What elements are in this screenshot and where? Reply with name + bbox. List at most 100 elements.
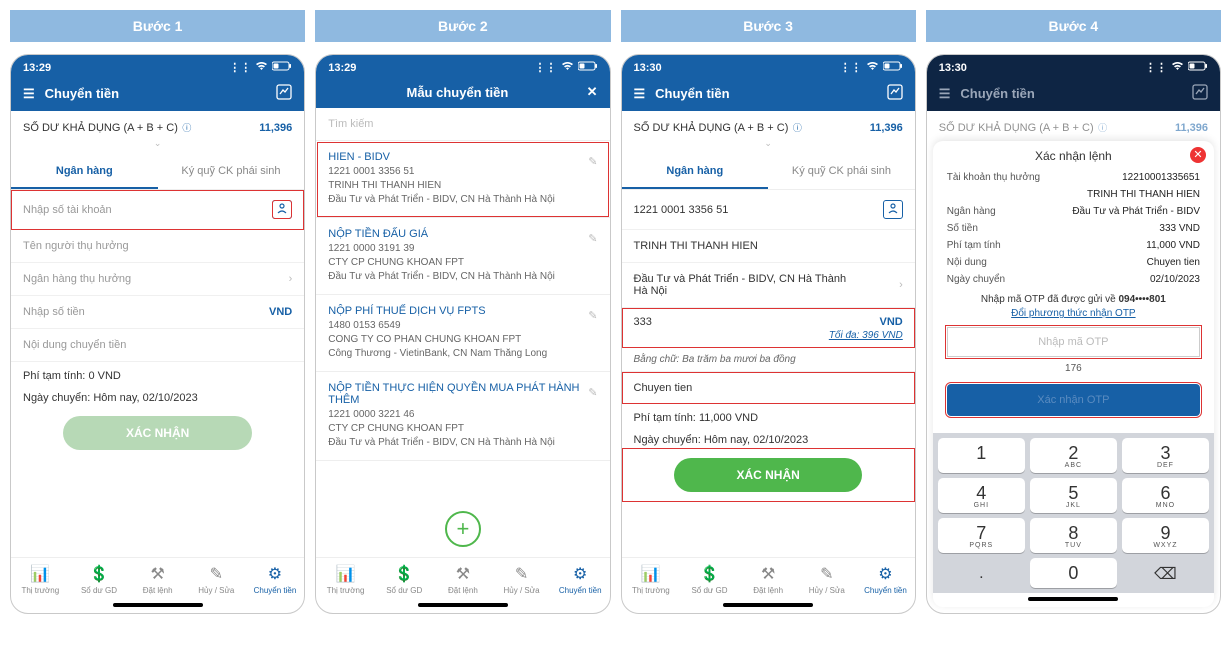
nav-market[interactable]: 📊Thị trường bbox=[11, 564, 70, 595]
otp-message: Nhập mã OTP đã được gửi về 094••••801 bbox=[933, 294, 1214, 305]
nav-balance[interactable]: 💲Sổ dư GD bbox=[70, 564, 129, 595]
amount-row[interactable]: 333 VND bbox=[622, 308, 915, 330]
beneficiary-name-row[interactable]: Tên người thụ hưởng bbox=[11, 230, 304, 263]
key-3[interactable]: 3DEF bbox=[1122, 438, 1209, 473]
otp-input[interactable]: Nhập mã OTP bbox=[947, 327, 1200, 357]
key-8[interactable]: 8TUV bbox=[1030, 518, 1117, 553]
contacts-icon[interactable] bbox=[272, 200, 292, 219]
contacts-icon[interactable] bbox=[883, 200, 903, 219]
amount-input-row[interactable]: Nhập số tiền VND bbox=[11, 296, 304, 329]
add-template-button[interactable]: + bbox=[445, 511, 481, 547]
nav-transfer[interactable]: ⚙Chuyển tiền bbox=[551, 564, 610, 595]
key-0[interactable]: 0 bbox=[1030, 558, 1117, 588]
key-7[interactable]: 7PQRS bbox=[938, 518, 1025, 553]
nav-transfer[interactable]: ⚙Chuyển tiền bbox=[246, 564, 305, 595]
info-icon: ⓘ bbox=[1096, 123, 1108, 133]
close-icon[interactable]: ✕ bbox=[587, 84, 598, 100]
key-backspace[interactable]: ⌫ bbox=[1122, 558, 1209, 588]
confirm-button[interactable]: XÁC NHẬN bbox=[674, 458, 862, 492]
beneficiary-bank-row[interactable]: Ngân hàng thụ hưởng › bbox=[11, 263, 304, 296]
key-9[interactable]: 9WXYZ bbox=[1122, 518, 1209, 553]
beneficiary-bank-row[interactable]: Đầu Tư và Phát Triển - BIDV, CN Hà Thành… bbox=[622, 263, 915, 308]
key-4[interactable]: 4GHI bbox=[938, 478, 1025, 513]
bottom-nav: 📊Thị trường 💲Sổ dư GD ⚒Đặt lệnh ✎Hủy / S… bbox=[316, 557, 609, 599]
wifi-icon bbox=[561, 61, 574, 74]
menu-icon[interactable]: ☰ bbox=[23, 86, 35, 102]
menu-icon[interactable]: ☰ bbox=[939, 86, 951, 102]
nav-order[interactable]: ⚒Đặt lệnh bbox=[434, 564, 493, 595]
key-1[interactable]: 1 bbox=[938, 438, 1025, 473]
nav-order[interactable]: ⚒Đặt lệnh bbox=[128, 564, 187, 595]
key-6[interactable]: 6MNO bbox=[1122, 478, 1209, 513]
tabs: Ngân hàng Ký quỹ CK phái sinh bbox=[622, 155, 915, 190]
template-item-0[interactable]: HIEN - BIDV 1221 0001 3356 51 TRINH THI … bbox=[316, 141, 609, 218]
nav-edit[interactable]: ✎Hủy / Sửa bbox=[797, 564, 856, 595]
chart-icon[interactable] bbox=[276, 84, 292, 103]
fee-line: Phí tạm tính: 11,000 VND bbox=[622, 404, 915, 426]
balance-icon: 💲 bbox=[70, 564, 129, 584]
home-indicator[interactable] bbox=[113, 603, 203, 607]
template-item-2[interactable]: NỘP PHÍ THUẾ DỊCH VỤ FPTS 1480 0153 6549… bbox=[316, 295, 609, 372]
status-bar: 13:29 ⋮⋮ bbox=[316, 55, 609, 76]
account-row[interactable]: 1221 0001 3356 51 bbox=[622, 190, 915, 230]
chart-icon[interactable] bbox=[887, 84, 903, 103]
balance-row[interactable]: SỐ DƯ KHẢ DỤNG (A + B + C) ⓘ 11,396 bbox=[622, 111, 915, 138]
nav-market[interactable]: 📊Thị trường bbox=[316, 564, 375, 595]
tab-bank[interactable]: Ngân hàng bbox=[11, 155, 158, 189]
app-bar: Mẫu chuyển tiền ✕ bbox=[316, 76, 609, 108]
tab-margin[interactable]: Ký quỹ CK phái sinh bbox=[158, 155, 305, 189]
tab-margin[interactable]: Ký quỹ CK phái sinh bbox=[768, 155, 915, 189]
phone-step-2: 13:29 ⋮⋮ Mẫu chuyển tiền ✕ Tìm kiếm HIEN… bbox=[315, 54, 610, 614]
edit-template-icon[interactable]: ✎ bbox=[588, 155, 597, 168]
confirm-button[interactable]: XÁC NHẬN bbox=[63, 416, 251, 450]
template-item-1[interactable]: NỘP TIỀN ĐẤU GIÁ 1221 0000 3191 39 CTY C… bbox=[316, 218, 609, 295]
expand-chevron-icon[interactable]: ⌄ bbox=[622, 138, 915, 155]
expand-chevron-icon[interactable]: ⌄ bbox=[11, 138, 304, 155]
chart-icon[interactable] bbox=[1192, 84, 1208, 103]
transfer-icon: ⚙ bbox=[856, 564, 915, 584]
edit-template-icon[interactable]: ✎ bbox=[588, 309, 597, 322]
wifi-icon bbox=[866, 61, 879, 74]
home-indicator[interactable] bbox=[723, 603, 813, 607]
nav-edit[interactable]: ✎Hủy / Sửa bbox=[187, 564, 246, 595]
menu-icon[interactable]: ☰ bbox=[634, 86, 646, 102]
status-time: 13:30 bbox=[634, 62, 662, 74]
content-input-row[interactable]: Nội dung chuyển tiền bbox=[11, 329, 304, 362]
close-modal-icon[interactable]: ✕ bbox=[1190, 147, 1206, 163]
balance-row[interactable]: SỐ DƯ KHẢ DỤNG (A + B + C) ⓘ 11,396 bbox=[11, 111, 304, 138]
transfer-icon: ⚙ bbox=[246, 564, 305, 584]
home-indicator[interactable] bbox=[1028, 597, 1118, 601]
date-line: Ngày chuyển: Hôm nay, 02/10/2023 bbox=[11, 384, 304, 406]
screen-title: Chuyển tiền bbox=[655, 86, 887, 101]
info-icon: ⓘ bbox=[790, 123, 802, 133]
nav-market[interactable]: 📊Thị trường bbox=[622, 564, 681, 595]
info-icon: ⓘ bbox=[180, 123, 192, 133]
key-5[interactable]: 5JKL bbox=[1030, 478, 1117, 513]
screen-title: Chuyển tiền bbox=[45, 86, 277, 101]
search-input[interactable]: Tìm kiếm bbox=[316, 108, 609, 141]
home-indicator[interactable] bbox=[418, 603, 508, 607]
account-input-row[interactable]: Nhập số tài khoản bbox=[11, 190, 304, 230]
nav-edit[interactable]: ✎Hủy / Sửa bbox=[492, 564, 551, 595]
date-line: Ngày chuyển: Hôm nay, 02/10/2023 bbox=[622, 426, 915, 448]
template-item-3[interactable]: NỘP TIỀN THỰC HIỆN QUYỀN MUA PHÁT HÀNH T… bbox=[316, 372, 609, 461]
tab-bank[interactable]: Ngân hàng bbox=[622, 155, 769, 189]
nav-transfer[interactable]: ⚙Chuyển tiền bbox=[856, 564, 915, 595]
market-icon: 📊 bbox=[316, 564, 375, 584]
gavel-icon: ⚒ bbox=[739, 564, 798, 584]
nav-order[interactable]: ⚒Đặt lệnh bbox=[739, 564, 798, 595]
edit-template-icon[interactable]: ✎ bbox=[588, 232, 597, 245]
max-amount-link[interactable]: Tối đa: 396 VND bbox=[622, 330, 915, 348]
gavel-icon: ⚒ bbox=[434, 564, 493, 584]
phone-step-3: 13:30 ⋮⋮ ☰ Chuyển tiền SỐ DƯ KHẢ DỤNG (A… bbox=[621, 54, 916, 614]
key-dot[interactable]: . bbox=[938, 558, 1025, 588]
transfer-content[interactable]: Chuyen tien bbox=[622, 372, 915, 404]
change-otp-method-link[interactable]: Đổi phương thức nhận OTP bbox=[933, 308, 1214, 319]
status-bar: 13:30 ⋮⋮ bbox=[622, 55, 915, 76]
status-time: 13:30 bbox=[939, 62, 967, 74]
nav-balance[interactable]: 💲Sổ dư GD bbox=[375, 564, 434, 595]
key-2[interactable]: 2ABC bbox=[1030, 438, 1117, 473]
confirm-otp-button[interactable]: Xác nhận OTP bbox=[947, 384, 1200, 416]
nav-balance[interactable]: 💲Sổ dư GD bbox=[680, 564, 739, 595]
edit-template-icon[interactable]: ✎ bbox=[588, 386, 597, 399]
